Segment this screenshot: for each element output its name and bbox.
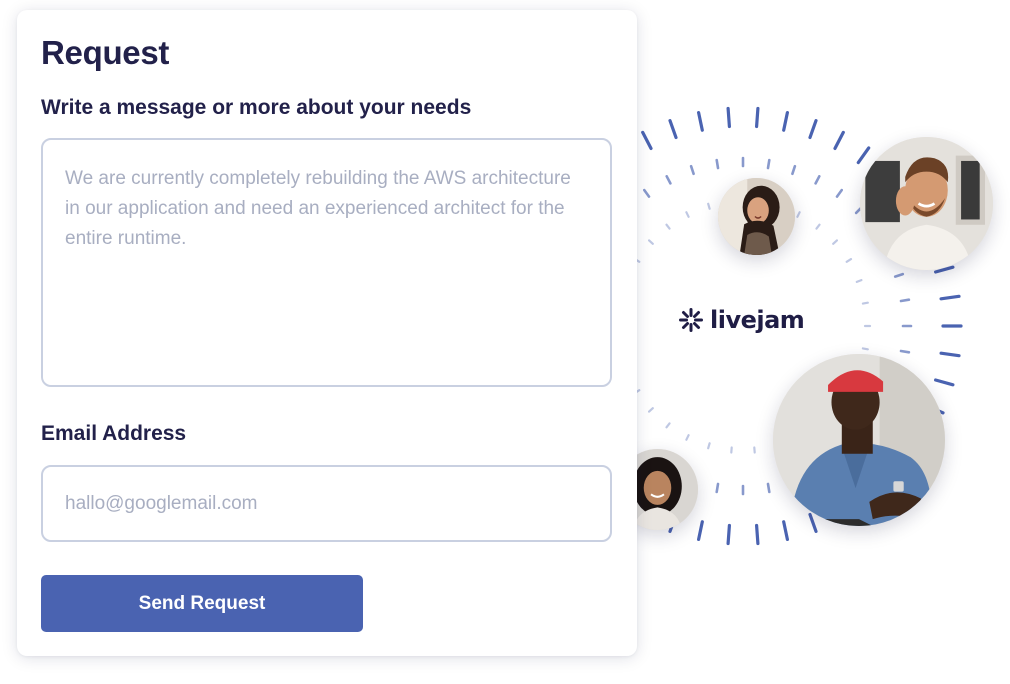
request-card: Request Write a message or more about yo… [17, 10, 637, 656]
card-title: Request [41, 34, 170, 71]
ring-dash [893, 272, 905, 278]
ring-dash [939, 351, 961, 358]
page: livejam Request Write a message or more … [0, 0, 1010, 684]
ring-dash [815, 223, 821, 230]
ring-dash [855, 279, 863, 283]
ring-dash [696, 520, 704, 541]
ring-dash [766, 482, 771, 494]
avatar-man-red-cap [773, 354, 945, 526]
ring-dash [696, 110, 704, 132]
livejam-brand: livejam [678, 306, 805, 334]
ring-dash [755, 523, 760, 546]
ring-dash [934, 378, 955, 387]
email-label: Email Address [41, 422, 187, 445]
ring-dash [685, 434, 690, 441]
ring-dash [796, 211, 801, 218]
ring-dash [665, 223, 671, 230]
livejam-wordmark: livejam [710, 306, 805, 334]
ring-dash [856, 146, 871, 165]
ring-dash [715, 158, 720, 170]
ring-dash [782, 520, 789, 541]
avatar-man-on-phone [860, 137, 993, 270]
ring-dash [643, 188, 651, 198]
ring-dash [832, 239, 838, 245]
ring-dash [707, 442, 711, 450]
ring-dash [668, 118, 678, 140]
ring-dash [782, 110, 789, 132]
ring-dash [665, 175, 672, 185]
ring-dash [939, 294, 961, 301]
ring-dash [766, 158, 771, 170]
ring-dash [715, 482, 720, 494]
ring-dash [899, 349, 911, 354]
ring-dash [899, 298, 911, 303]
send-request-button[interactable]: Send Request [41, 575, 363, 632]
ring-dash [726, 523, 731, 546]
ring-dash [861, 347, 869, 351]
ring-dash [835, 188, 844, 198]
email-field[interactable] [41, 465, 612, 542]
ring-dash [791, 164, 797, 176]
ring-dash [726, 106, 731, 129]
message-textarea[interactable] [41, 138, 612, 387]
message-label: Write a message or more about your needs [41, 96, 472, 119]
avatar-woman-smiling [718, 178, 795, 255]
ring-dash [647, 239, 654, 245]
ring-dash [833, 130, 845, 151]
livejam-star-logo-icon [679, 308, 703, 332]
ring-dash [689, 164, 695, 176]
ring-dash [861, 301, 869, 305]
ring-dash [808, 118, 818, 140]
ring-dash [665, 422, 671, 429]
ring-dash [808, 512, 818, 533]
ring-dash [755, 106, 760, 129]
ring-dash [647, 407, 654, 413]
ring-dash [685, 211, 690, 218]
ring-dash [845, 258, 853, 263]
ring-dash [707, 202, 711, 210]
ring-dash [641, 130, 653, 151]
ring-dash [814, 175, 821, 185]
